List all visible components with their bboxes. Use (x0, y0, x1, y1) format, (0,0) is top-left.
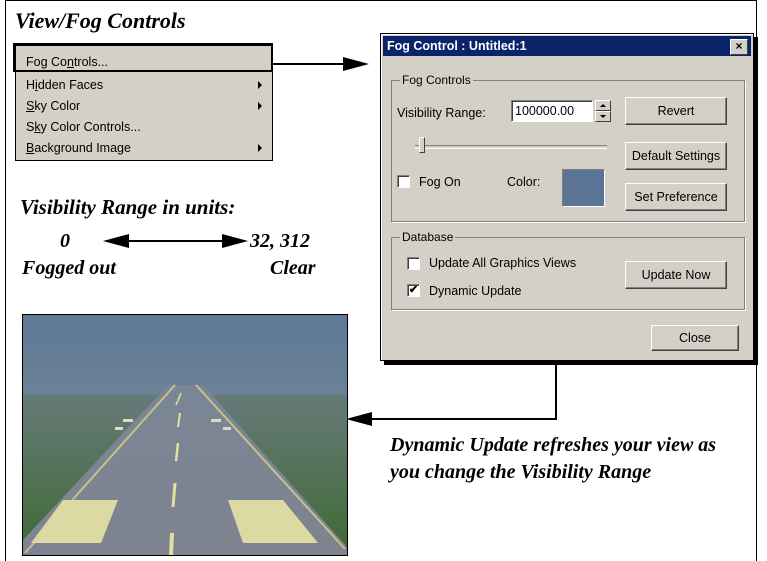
group-label: Fog Controls (400, 73, 473, 87)
arrow-left-icon (346, 412, 372, 426)
close-button[interactable]: Close (651, 325, 739, 351)
arrow-left-icon (103, 234, 129, 248)
menu-item-sky-color-controls[interactable]: Sky Color Controls... (26, 118, 266, 136)
menu-item-background-image[interactable]: Background Image (26, 139, 266, 157)
dynamic-update-checkbox[interactable]: ✔ (407, 284, 420, 297)
submenu-arrow-icon (258, 81, 262, 89)
color-label: Color: (507, 175, 541, 189)
update-all-checkbox[interactable] (407, 257, 420, 270)
fog-on-label: Fog On (419, 175, 461, 189)
visibility-slider-thumb[interactable] (418, 137, 425, 153)
dynamic-update-caption: Dynamic Update refreshes your view as yo… (390, 434, 717, 483)
group-label: Database (400, 230, 456, 244)
visibility-slider-track (415, 145, 607, 149)
range-max-label: Clear (270, 257, 316, 279)
runway-fog-preview-image (22, 314, 348, 556)
range-line (128, 240, 224, 242)
menu-highlight-box (13, 43, 273, 72)
visibility-range-label: Visibility Range: (397, 106, 486, 120)
callout-line (372, 418, 557, 420)
callout-line (273, 63, 345, 65)
menu-item-label: Background Image (26, 141, 131, 155)
chevron-down-icon (600, 115, 606, 118)
arrow-right-icon (343, 57, 369, 71)
menu-item-label: Sky Color Controls... (26, 120, 141, 134)
set-preference-button[interactable]: Set Preference (625, 183, 727, 211)
visibility-range-input[interactable]: 100000.00 (511, 100, 593, 122)
default-settings-button[interactable]: Default Settings (625, 142, 727, 170)
close-icon[interactable]: × (730, 39, 748, 55)
runway-scene (23, 315, 347, 555)
update-now-button[interactable]: Update Now (625, 261, 727, 289)
dynamic-update-label: Dynamic Update (429, 284, 522, 298)
chevron-up-icon (600, 104, 606, 107)
revert-button[interactable]: Revert (625, 97, 727, 125)
range-max-value: 32, 312 (250, 230, 310, 252)
fog-control-dialog: Fog Control : Untitled:1 × Fog Controls … (380, 33, 754, 361)
range-min-value: 0 (60, 230, 70, 252)
fog-color-swatch[interactable] (562, 169, 605, 207)
section-title: View/Fog Controls (15, 8, 186, 33)
menu-item-hidden-faces[interactable]: Hidden Faces (26, 76, 266, 94)
dialog-titlebar[interactable]: Fog Control : Untitled:1 × (383, 36, 751, 56)
submenu-arrow-icon (258, 144, 262, 152)
visibility-range-title: Visibility Range in units: (20, 195, 236, 219)
arrow-right-icon (222, 234, 248, 248)
callout-line (555, 361, 557, 420)
range-min-label: Fogged out (22, 257, 116, 279)
submenu-arrow-icon (258, 102, 262, 110)
menu-item-sky-color[interactable]: Sky Color (26, 97, 266, 115)
spin-down-button[interactable] (595, 111, 611, 122)
menu-item-label: Hidden Faces (26, 78, 104, 92)
spin-up-button[interactable] (595, 100, 611, 111)
dialog-title: Fog Control : Untitled:1 (387, 39, 527, 53)
menu-item-label: Sky Color (26, 99, 81, 113)
fog-on-checkbox[interactable] (397, 175, 410, 188)
update-all-label: Update All Graphics Views (429, 256, 577, 270)
